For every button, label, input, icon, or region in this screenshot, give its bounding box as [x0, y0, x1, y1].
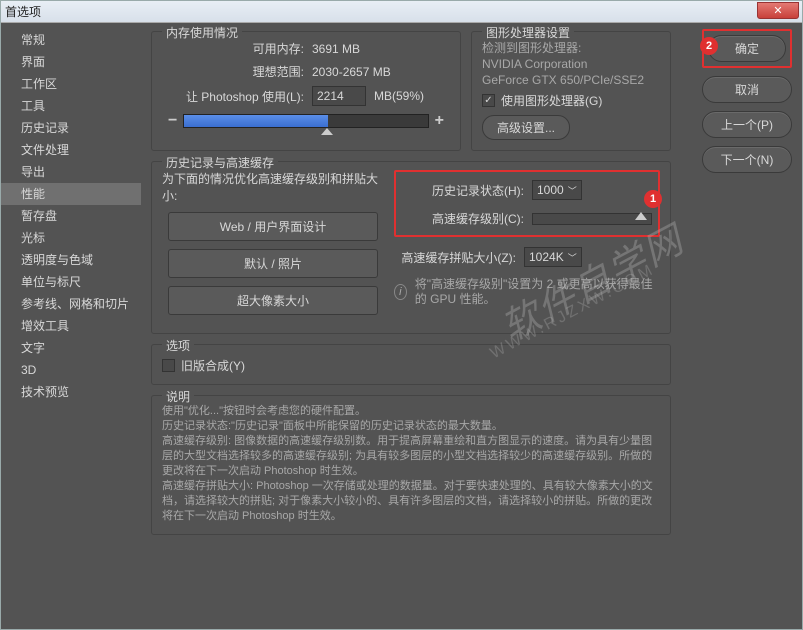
sidebar-item-plugins[interactable]: 增效工具	[1, 315, 141, 337]
btn-huge[interactable]: 超大像素大小	[168, 286, 378, 315]
sidebar: 常规 界面 工作区 工具 历史记录 文件处理 导出 性能 暂存盘 光标 透明度与…	[1, 23, 141, 629]
cache-slider-thumb[interactable]	[635, 212, 647, 220]
gpu-advanced-button[interactable]: 高级设置...	[482, 115, 570, 140]
sidebar-item-units[interactable]: 单位与标尺	[1, 271, 141, 293]
next-button[interactable]: 下一个(N)	[702, 146, 792, 173]
gpu-use-label: 使用图形处理器(G)	[501, 92, 602, 109]
content: 常规 界面 工作区 工具 历史记录 文件处理 导出 性能 暂存盘 光标 透明度与…	[1, 23, 802, 629]
history-left: 为下面的情况优化高速缓存级别和拼贴大小: Web / 用户界面设计 默认 / 照…	[162, 170, 384, 323]
gpu-note: i 将"高速缓存级别"设置为 2 或更高以获得最佳的 GPU 性能。	[394, 277, 660, 307]
mem-available-value: 3691 MB	[312, 42, 360, 56]
mem-slider[interactable]	[183, 114, 428, 128]
mem-slider-fill	[184, 115, 328, 127]
right-buttons: 2 确定 取消 上一个(P) 下一个(N)	[702, 29, 792, 173]
sidebar-item-performance[interactable]: 性能	[1, 183, 141, 205]
sidebar-item-3d[interactable]: 3D	[1, 359, 141, 381]
prev-button[interactable]: 上一个(P)	[702, 111, 792, 138]
cache-slider[interactable]	[532, 213, 652, 225]
desc-legend: 说明	[162, 388, 194, 405]
options-legend: 选项	[162, 337, 194, 354]
sidebar-item-tech[interactable]: 技术预览	[1, 381, 141, 403]
mem-minus[interactable]: −	[162, 112, 183, 130]
window-title: 首选项	[5, 3, 41, 20]
history-highlight: 1 历史记录状态(H): 1000 ﹀ 高速缓存级别(C):	[394, 170, 660, 237]
chevron-down-icon: ﹀	[568, 251, 577, 264]
chevron-down-icon: ﹀	[568, 184, 577, 197]
tile-dropdown[interactable]: 1024K ﹀	[524, 247, 582, 267]
gpu-model: GeForce GTX 650/PCIe/SSE2	[482, 72, 660, 88]
callout-1: 1	[644, 190, 662, 208]
sidebar-item-interface[interactable]: 界面	[1, 51, 141, 73]
mem-ideal-label: 理想范围:	[162, 63, 312, 80]
gpu-checkbox[interactable]: ✓	[482, 94, 495, 107]
gpu-legend: 图形处理器设置	[482, 24, 574, 41]
cancel-button[interactable]: 取消	[702, 76, 792, 103]
sidebar-item-tools[interactable]: 工具	[1, 95, 141, 117]
ok-button[interactable]: 确定	[708, 35, 786, 62]
tile-label: 高速缓存拼贴大小(Z):	[394, 249, 524, 266]
gpu-note-text: 将"高速缓存级别"设置为 2 或更高以获得最佳的 GPU 性能。	[415, 277, 660, 307]
mem-slider-thumb[interactable]	[321, 128, 333, 135]
memory-fieldset: 内存使用情况 可用内存:3691 MB 理想范围:2030-2657 MB 让 …	[151, 31, 461, 151]
sidebar-item-history[interactable]: 历史记录	[1, 117, 141, 139]
cache-level-label: 高速缓存级别(C):	[402, 210, 532, 227]
desc-fieldset: 说明 使用"优化..."按钮时会考虑您的硬件配置。 历史记录状态:"历史记录"面…	[151, 395, 671, 535]
gpu-fieldset: 图形处理器设置 检测到图形处理器: NVIDIA Corporation GeF…	[471, 31, 671, 151]
mem-available-label: 可用内存:	[162, 40, 312, 57]
ok-highlight: 2 确定	[702, 29, 792, 68]
history-legend: 历史记录与高速缓存	[162, 154, 278, 171]
memory-legend: 内存使用情况	[162, 24, 242, 41]
info-icon: i	[394, 284, 407, 300]
sidebar-item-file[interactable]: 文件处理	[1, 139, 141, 161]
tile-value: 1024K	[529, 250, 564, 264]
options-fieldset: 选项 旧版合成(Y)	[151, 344, 671, 385]
mem-ps-label: 让 Photoshop 使用(L):	[162, 88, 312, 105]
sidebar-item-transparency[interactable]: 透明度与色域	[1, 249, 141, 271]
sidebar-item-cursor[interactable]: 光标	[1, 227, 141, 249]
close-button[interactable]: ✕	[757, 2, 799, 19]
states-value: 1000	[537, 183, 564, 197]
mem-ps-input[interactable]	[312, 86, 366, 106]
btn-web[interactable]: Web / 用户界面设计	[168, 212, 378, 241]
sidebar-item-guides[interactable]: 参考线、网格和切片	[1, 293, 141, 315]
main-panel: 2 确定 取消 上一个(P) 下一个(N) 内存使用情况 可用内存:3691 M…	[141, 23, 802, 629]
sidebar-item-type[interactable]: 文字	[1, 337, 141, 359]
titlebar: 首选项 ✕	[1, 1, 802, 23]
sidebar-item-general[interactable]: 常规	[1, 29, 141, 51]
callout-2: 2	[700, 37, 718, 55]
states-label: 历史记录状态(H):	[402, 182, 532, 199]
history-right: 1 历史记录状态(H): 1000 ﹀ 高速缓存级别(C):	[394, 170, 660, 323]
gpu-detected-label: 检测到图形处理器:	[482, 40, 660, 56]
preferences-window: 首选项 ✕ 常规 界面 工作区 工具 历史记录 文件处理 导出 性能 暂存盘 光…	[0, 0, 803, 630]
optimize-text: 为下面的情况优化高速缓存级别和拼贴大小:	[162, 170, 384, 204]
desc-text: 使用"优化..."按钮时会考虑您的硬件配置。 历史记录状态:"历史记录"面板中所…	[162, 404, 660, 524]
history-fieldset: 历史记录与高速缓存 为下面的情况优化高速缓存级别和拼贴大小: Web / 用户界…	[151, 161, 671, 334]
mem-plus[interactable]: +	[429, 112, 450, 130]
sidebar-item-export[interactable]: 导出	[1, 161, 141, 183]
gpu-vendor: NVIDIA Corporation	[482, 56, 660, 72]
sidebar-item-workspace[interactable]: 工作区	[1, 73, 141, 95]
legacy-checkbox[interactable]	[162, 359, 175, 372]
btn-default[interactable]: 默认 / 照片	[168, 249, 378, 278]
sidebar-item-scratch[interactable]: 暂存盘	[1, 205, 141, 227]
states-dropdown[interactable]: 1000 ﹀	[532, 180, 582, 200]
mem-ideal-value: 2030-2657 MB	[312, 65, 391, 79]
legacy-label: 旧版合成(Y)	[181, 357, 245, 374]
mem-ps-unit: MB(59%)	[374, 89, 424, 103]
